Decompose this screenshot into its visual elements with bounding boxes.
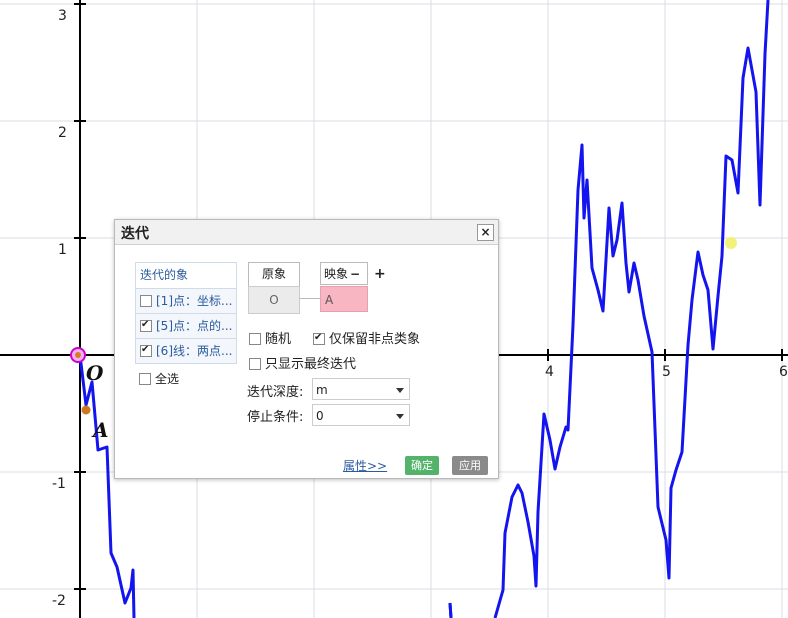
stop-condition-value: 0 [316,409,324,423]
final-only-option[interactable]: 只显示最终迭代 [249,353,356,372]
y-tick-label: -1 [52,476,66,492]
checkbox[interactable] [140,294,152,307]
origin-label: O [86,361,104,385]
close-icon[interactable]: × [477,224,494,241]
depth-select[interactable]: m [312,378,410,400]
y-tick-label: 2 [58,125,67,141]
iteration-object-list: 迭代的象 [1]点：坐标... [5]点：点的... [6]线：两点... [135,262,237,364]
random-checkbox[interactable] [249,332,261,345]
plus-icon[interactable]: + [374,266,386,282]
confirm-button[interactable]: 确定 [405,456,439,475]
preimage-cell[interactable]: O [248,286,300,314]
image-header: 映象 − [320,262,368,285]
apply-button[interactable]: 应用 [452,456,488,475]
x-tick-label: 4 [545,364,554,380]
select-all-label: 全选 [155,372,180,386]
depth-value: m [316,383,328,397]
point-a[interactable] [81,405,91,415]
random-label: 随机 [265,332,292,347]
checkbox[interactable] [140,344,152,357]
list-item[interactable]: [1]点：坐标... [136,289,236,314]
select-all-option[interactable]: 全选 [139,370,179,387]
point-a-label: A [91,418,109,442]
list-item-label: [1]点：坐标... [156,294,233,308]
preimage-header: 原象 [248,262,300,287]
list-header: 迭代的象 [136,263,236,289]
chevron-down-icon [396,414,404,419]
list-item[interactable]: [5]点：点的... [136,314,236,339]
final-only-label: 只显示最终迭代 [265,357,357,372]
depth-label: 迭代深度: [247,385,304,400]
image-cell[interactable]: A [320,286,368,312]
list-item-label: [6]线：两点... [156,344,233,358]
iteration-curve-main[interactable] [493,0,770,618]
checkbox[interactable] [140,319,152,332]
stop-condition-select[interactable]: 0 [312,404,410,426]
iteration-dialog: 迭代 × 迭代的象 [1]点：坐标... [5]点：点的... [6]线：两点.… [114,219,499,479]
select-all-checkbox[interactable] [139,372,151,385]
image-header-label: 映象 [324,267,349,281]
minus-icon[interactable]: − [350,267,360,281]
list-item[interactable]: [6]线：两点... [136,339,236,363]
dialog-title: 迭代 [121,226,149,242]
chevron-down-icon [396,388,404,393]
y-tick-label: 3 [58,8,67,24]
random-option[interactable]: 随机 [249,328,291,347]
y-tick-label: 1 [58,242,67,258]
dialog-titlebar[interactable]: 迭代 × [115,220,498,245]
iteration-curve-right[interactable] [448,602,453,618]
image-value: A [325,293,334,307]
properties-link[interactable]: 属性>> [343,457,387,474]
origin-point-core [75,352,81,358]
stop-condition-label: 停止条件: [247,410,304,425]
x-tick-label: 6 [779,364,788,380]
keep-non-point-label: 仅保留非点类象 [329,332,421,347]
list-item-label: [5]点：点的... [156,319,233,333]
map-arrow [299,295,325,301]
preimage-header-label: 原象 [261,267,286,281]
y-tick-label: -2 [52,593,66,609]
keep-non-point-checkbox[interactable] [313,332,325,345]
final-only-checkbox[interactable] [249,357,261,370]
preimage-value: O [269,293,279,307]
keep-non-point-option[interactable]: 仅保留非点类象 [313,328,420,347]
highlight-dot [725,237,737,249]
x-tick-label: 5 [662,364,671,380]
